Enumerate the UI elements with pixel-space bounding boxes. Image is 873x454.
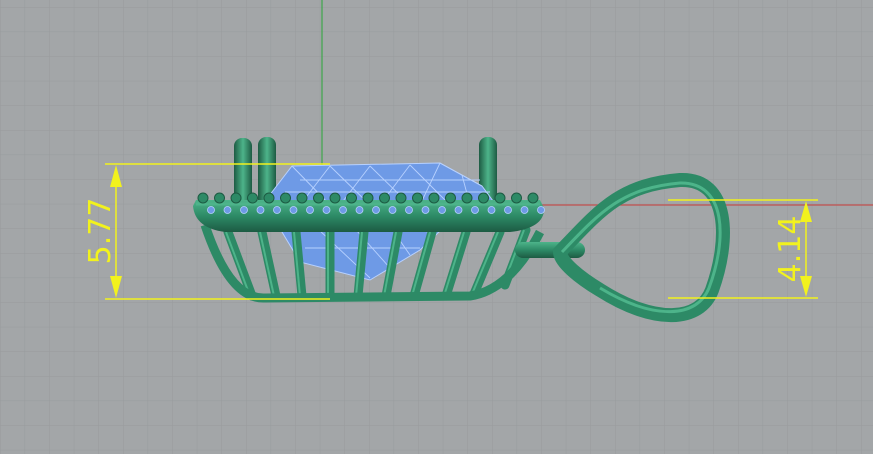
- halo-stone[interactable]: [520, 206, 529, 214]
- viewport-right[interactable]: 5.77 4.14: [0, 0, 873, 454]
- halo-bead[interactable]: [395, 192, 407, 204]
- dim-bail-label[interactable]: 4.14: [773, 216, 808, 283]
- halo-stone[interactable]: [256, 206, 265, 214]
- halo-bead[interactable]: [313, 192, 324, 204]
- halo-bead[interactable]: [280, 192, 291, 204]
- halo-bead[interactable]: [379, 192, 390, 204]
- halo-bead[interactable]: [527, 192, 539, 204]
- halo-stone[interactable]: [372, 206, 380, 214]
- halo-bead[interactable]: [230, 192, 242, 204]
- halo-bead[interactable]: [329, 192, 341, 204]
- halo-bead[interactable]: [263, 192, 275, 204]
- halo-stone[interactable]: [289, 206, 298, 214]
- halo-stone[interactable]: [471, 206, 479, 214]
- halo-stone[interactable]: [306, 206, 314, 214]
- halo-stone[interactable]: [273, 206, 281, 214]
- halo-bead[interactable]: [461, 192, 473, 204]
- halo-bead[interactable]: [412, 192, 423, 204]
- halo-stone[interactable]: [438, 206, 446, 214]
- halo-bead[interactable]: [445, 192, 456, 204]
- halo-bead[interactable]: [346, 192, 357, 204]
- halo-bead[interactable]: [428, 192, 440, 204]
- halo-bead[interactable]: [247, 192, 258, 204]
- halo-stone[interactable]: [223, 206, 232, 214]
- halo-stone[interactable]: [504, 206, 512, 214]
- halo-bead[interactable]: [511, 192, 522, 204]
- halo-stone[interactable]: [322, 206, 331, 214]
- halo-stone[interactable]: [421, 206, 430, 214]
- halo-stone[interactable]: [487, 206, 496, 214]
- halo-stone[interactable]: [405, 206, 413, 214]
- halo-stone[interactable]: [240, 206, 248, 214]
- halo-bead[interactable]: [362, 192, 374, 204]
- dim-height-label[interactable]: 5.77: [83, 198, 118, 265]
- halo-stone[interactable]: [388, 206, 397, 214]
- halo-stone[interactable]: [537, 206, 545, 214]
- halo-bead[interactable]: [197, 192, 209, 204]
- halo-stone[interactable]: [454, 206, 463, 214]
- halo-stone[interactable]: [339, 206, 347, 214]
- viewport-canvas[interactable]: 5.77 4.14: [0, 0, 873, 454]
- halo-stone[interactable]: [207, 206, 215, 214]
- halo-bead[interactable]: [494, 192, 506, 204]
- halo-bead[interactable]: [296, 192, 308, 204]
- halo-stone[interactable]: [355, 206, 364, 214]
- halo-bead[interactable]: [478, 192, 489, 204]
- halo-bead[interactable]: [214, 192, 225, 204]
